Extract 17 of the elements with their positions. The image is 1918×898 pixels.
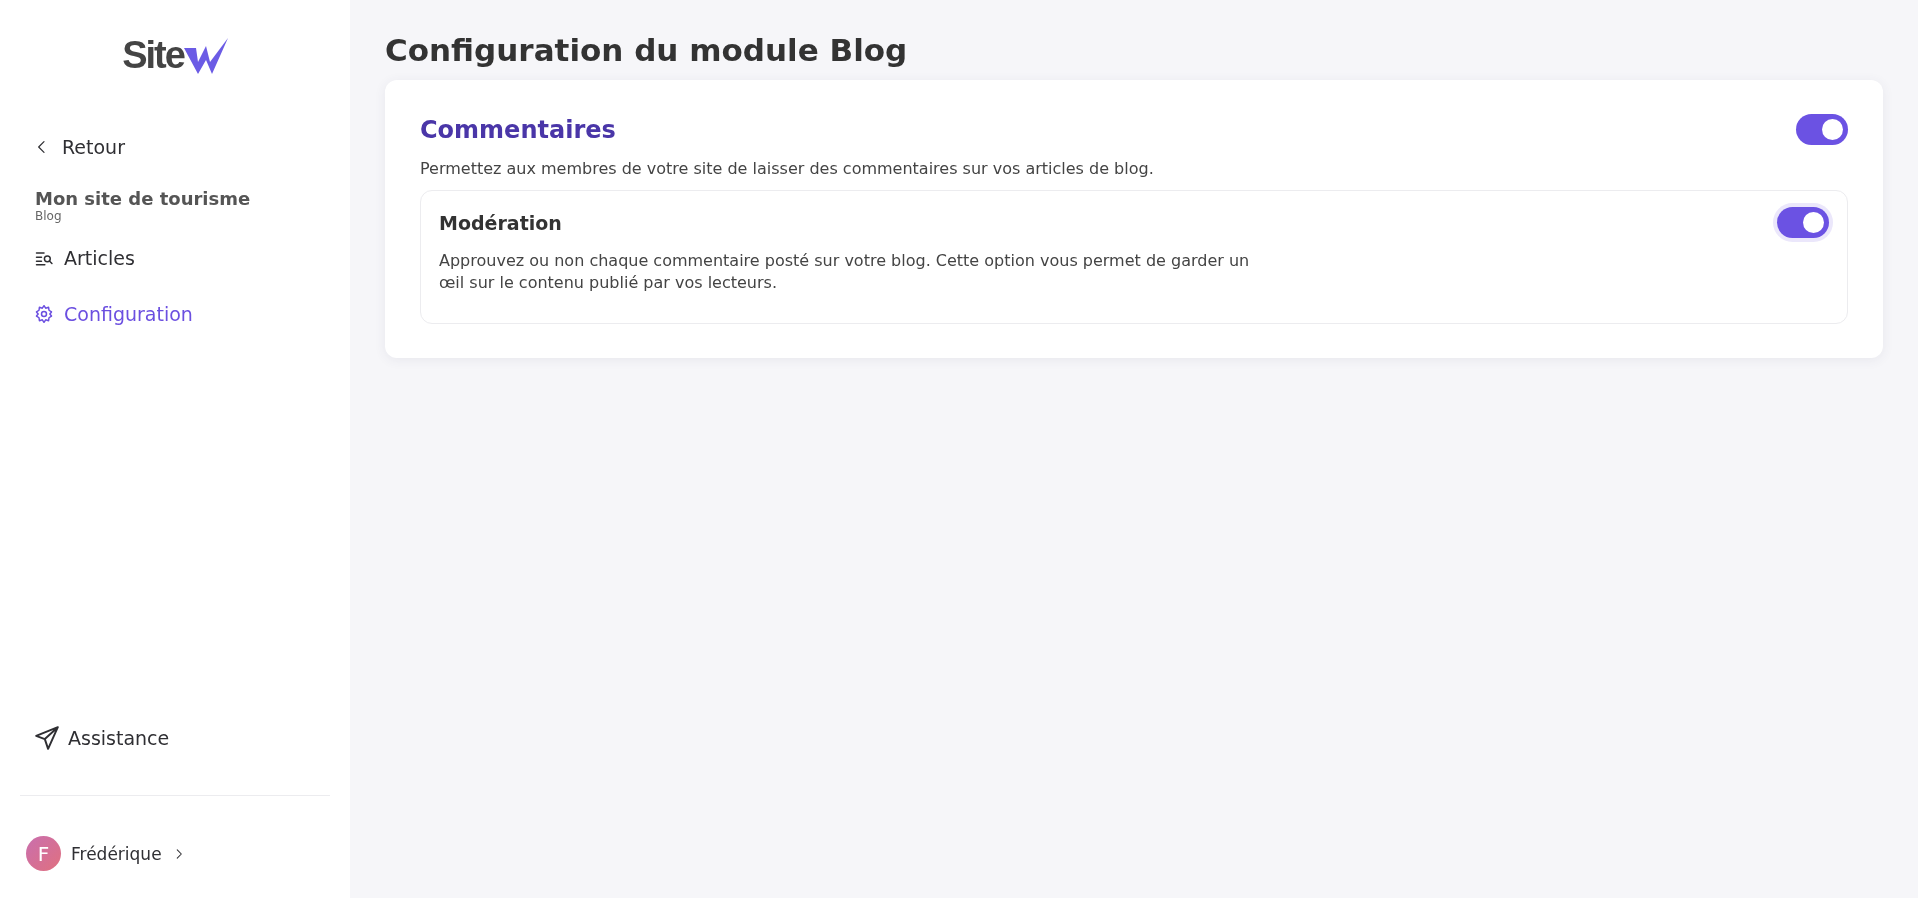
- help-link[interactable]: Assistance: [34, 725, 170, 751]
- option-description: Approuvez ou non chaque commentaire posté sur votre blog. Cette option vous permet de garder un œil sur le contenu publié par vos lecteurs.: [439, 250, 1251, 294]
- page-title: Configuration du module Blog: [385, 32, 909, 68]
- section-title: Commentaires: [420, 115, 616, 144]
- nav-item[interactable]: Configuration: [34, 303, 193, 325]
- paper-plane-icon: [34, 725, 60, 751]
- back-link[interactable]: Retour: [34, 136, 125, 158]
- avatar: F: [26, 836, 61, 871]
- module-name: Blog: [35, 209, 63, 223]
- user-menu[interactable]: F Frédérique: [26, 836, 186, 871]
- settings-icon: [34, 304, 54, 324]
- nav-item[interactable]: Articles: [34, 247, 135, 269]
- section-description: Permettez aux membres de votre site de laisser des commentaires sur vos articles de blog.: [420, 159, 1155, 178]
- site-name: Mon site de tourisme: [35, 188, 252, 209]
- toggle-switch[interactable]: [1796, 114, 1848, 145]
- option-title: Modération: [439, 211, 562, 234]
- logo: Site: [20, 0, 330, 74]
